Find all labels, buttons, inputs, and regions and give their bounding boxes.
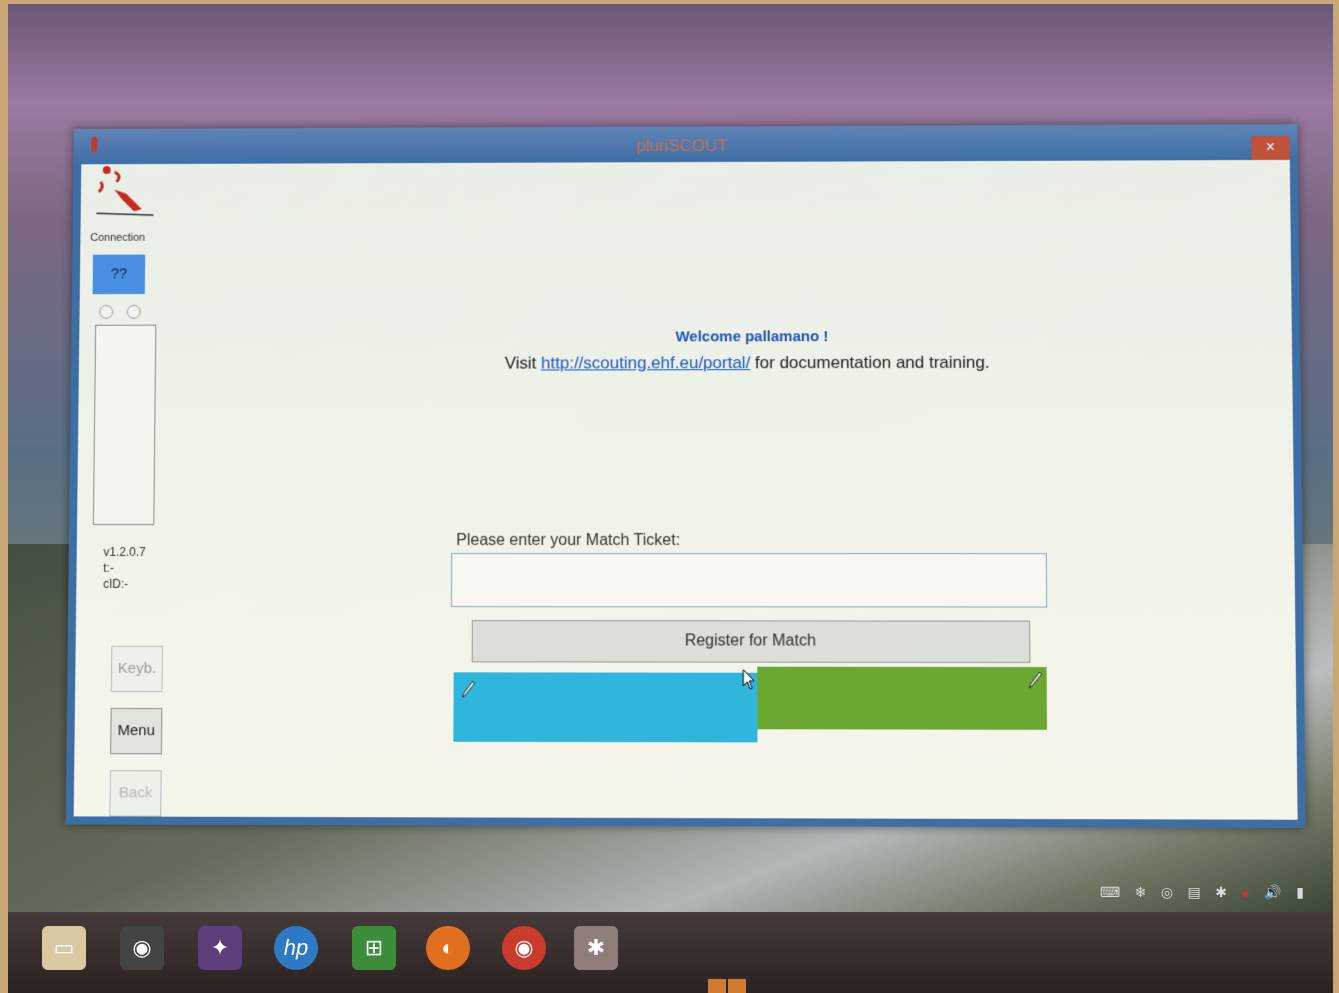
client-area: Connection ?? v1.2.0.7 t:- cID:- Keyb. M… — [73, 159, 1298, 820]
keyboard-button[interactable]: Keyb. — [110, 645, 163, 693]
antivirus-icon[interactable]: ● — [1241, 885, 1249, 901]
visit-suffix: for documentation and training. — [754, 352, 990, 373]
connection-label: Connection — [90, 231, 146, 244]
hp-icon[interactable]: hp — [274, 926, 318, 970]
team-b-color-bar[interactable] — [757, 666, 1048, 730]
team-a-color-bar[interactable] — [453, 672, 758, 743]
status-panel — [92, 324, 157, 526]
title-bar[interactable]: pluriSCOUT × — [73, 124, 1298, 165]
back-button[interactable]: Back — [109, 770, 162, 817]
pluriscout-app-icon[interactable]: ✱ — [574, 926, 618, 970]
match-ticket-input[interactable] — [450, 553, 1048, 608]
battery-icon[interactable]: ▮ — [1296, 884, 1304, 901]
portal-link[interactable]: http://scouting.ehf.eu/portal/ — [541, 353, 750, 372]
chrome-icon[interactable]: ◉ — [502, 926, 546, 970]
windows-logo-icon — [708, 979, 746, 993]
t-info-label: t:- — [103, 560, 114, 575]
sidebar: Connection ?? v1.2.0.7 t:- cID:- Keyb. M… — [74, 164, 166, 817]
app-window: pluriSCOUT × Connection ?? v1.2.0.7 t:- … — [65, 124, 1306, 828]
close-button[interactable]: × — [1251, 136, 1290, 161]
bluetooth-icon[interactable]: ✱ — [1215, 884, 1227, 901]
network-icon[interactable]: ❄ — [1135, 884, 1147, 901]
radio-option-1[interactable] — [99, 304, 114, 319]
firefox-icon[interactable]: ◐ — [426, 926, 470, 970]
edit-pen-icon-right[interactable] — [1028, 671, 1042, 689]
taskbar: ▭ ◉ ✦ hp ⊞ ◐ ◉ ✱ — [8, 912, 1333, 993]
volume-icon[interactable]: 🔊 — [1264, 884, 1281, 901]
connection-status-box[interactable]: ?? — [92, 254, 146, 295]
cid-info-label: cID:- — [103, 576, 129, 591]
edit-pen-icon-left[interactable] — [462, 680, 476, 698]
version-info: v1.2.0.7 t:- cID:- — [103, 544, 146, 592]
radio-option-2[interactable] — [126, 304, 141, 319]
welcome-message: Welcome pallamano ! — [675, 328, 829, 346]
mouse-cursor-icon — [742, 669, 756, 691]
webcam-icon[interactable]: ◉ — [120, 926, 164, 970]
pluriscout-logo-icon — [92, 164, 158, 219]
match-ticket-label: Please enter your Match Ticket: — [456, 532, 681, 550]
visit-prefix: Visit — [504, 353, 537, 373]
version-label: v1.2.0.7 — [103, 545, 146, 559]
desktop-screen: pluriSCOUT × Connection ?? v1.2.0.7 t:- … — [8, 4, 1333, 993]
menu-button[interactable]: Menu — [110, 707, 163, 755]
file-explorer-icon[interactable]: ▭ — [42, 926, 86, 970]
register-for-match-button[interactable]: Register for Match — [471, 620, 1031, 663]
sync-icon[interactable]: ◎ — [1161, 884, 1173, 901]
storage-icon[interactable]: ▤ — [1188, 884, 1201, 901]
window-title: pluriSCOUT — [636, 136, 728, 156]
system-tray: ⌨ ❄ ◎ ▤ ✱ ● 🔊 ▮ — [1100, 884, 1314, 908]
visit-line: Visit http://scouting.ehf.eu/portal/ for… — [505, 353, 990, 374]
touch-keyboard-icon[interactable]: ⌨ — [1100, 884, 1120, 901]
store-icon[interactable]: ⊞ — [352, 926, 396, 970]
photo-app-icon[interactable]: ✦ — [198, 926, 242, 970]
